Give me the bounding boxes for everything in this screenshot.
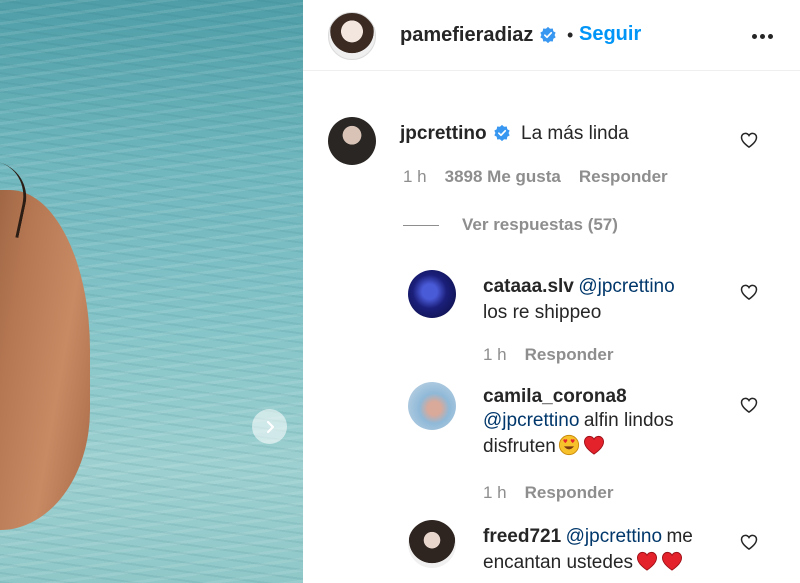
reply-time[interactable]: 1 h xyxy=(483,345,507,364)
heart-outline-icon[interactable] xyxy=(739,532,759,552)
view-replies-label: Ver respuestas (57) xyxy=(462,215,618,234)
comment-text: La más linda xyxy=(521,123,629,144)
reply-body: cataaa.slv @jpcrettino los re shippeo xyxy=(483,274,723,326)
reply-button[interactable]: Responder xyxy=(579,167,668,186)
reply-avatar[interactable] xyxy=(408,382,456,430)
next-photo-button[interactable] xyxy=(252,409,287,444)
comment-body: jpcrettino La más linda xyxy=(400,121,740,147)
reply-avatar[interactable] xyxy=(408,520,456,568)
reply-text: los re shippeo xyxy=(483,302,602,323)
reply-button[interactable]: Responder xyxy=(525,483,614,502)
author-avatar[interactable] xyxy=(328,12,376,60)
post-header: pamefieradiaz • Seguir xyxy=(303,0,800,71)
chevron-right-icon xyxy=(266,420,274,433)
comments-panel: pamefieradiaz • Seguir jpcrettino La más… xyxy=(303,0,800,583)
comment-likes[interactable]: 3898 Me gusta xyxy=(445,167,561,186)
reply-time[interactable]: 1 h xyxy=(483,483,507,502)
reply-body: freed721 @jpcrettino me encantan ustedes xyxy=(483,524,723,576)
photo-arm xyxy=(0,190,90,530)
reply-mention[interactable]: @jpcrettino xyxy=(578,276,674,297)
heart-outline-icon[interactable] xyxy=(739,130,759,150)
view-replies-button[interactable]: Ver respuestas (57) xyxy=(403,215,618,235)
comment-username[interactable]: jpcrettino xyxy=(400,123,487,144)
reply-username[interactable]: freed721 xyxy=(483,526,561,547)
replies-divider xyxy=(403,224,439,226)
comment-meta: 1 h 3898 Me gusta Responder xyxy=(403,167,668,187)
heart-outline-icon[interactable] xyxy=(739,282,759,302)
red-heart-emoji xyxy=(637,551,658,571)
more-options-icon[interactable] xyxy=(752,28,776,44)
reply-username[interactable]: cataaa.slv xyxy=(483,276,574,297)
reply-meta: 1 h Responder xyxy=(483,345,613,365)
comment-time[interactable]: 1 h xyxy=(403,167,427,186)
follow-button[interactable]: Seguir xyxy=(579,23,641,46)
verified-badge-icon xyxy=(493,124,510,142)
red-heart-emoji xyxy=(662,551,683,571)
reply-body: camila_corona8 @jpcrettino alfin lindos … xyxy=(483,386,723,460)
red-heart-emoji xyxy=(583,435,604,455)
author-username-wrap: pamefieradiaz xyxy=(400,24,557,47)
commenter-avatar[interactable] xyxy=(328,117,376,165)
reply-meta: 1 h Responder xyxy=(483,483,613,503)
reply-avatar[interactable] xyxy=(408,270,456,318)
heart-outline-icon[interactable] xyxy=(739,395,759,415)
author-username[interactable]: pamefieradiaz xyxy=(400,24,533,46)
heart-eyes-emoji xyxy=(558,434,579,456)
reply-mention[interactable]: @jpcrettino xyxy=(566,526,662,547)
reply-mention[interactable]: @jpcrettino xyxy=(483,410,579,431)
post-photo xyxy=(0,0,303,583)
header-separator-dot: • xyxy=(567,25,574,45)
verified-badge-icon xyxy=(540,26,557,44)
reply-button[interactable]: Responder xyxy=(525,345,614,364)
reply-username[interactable]: camila_corona8 xyxy=(483,386,627,407)
